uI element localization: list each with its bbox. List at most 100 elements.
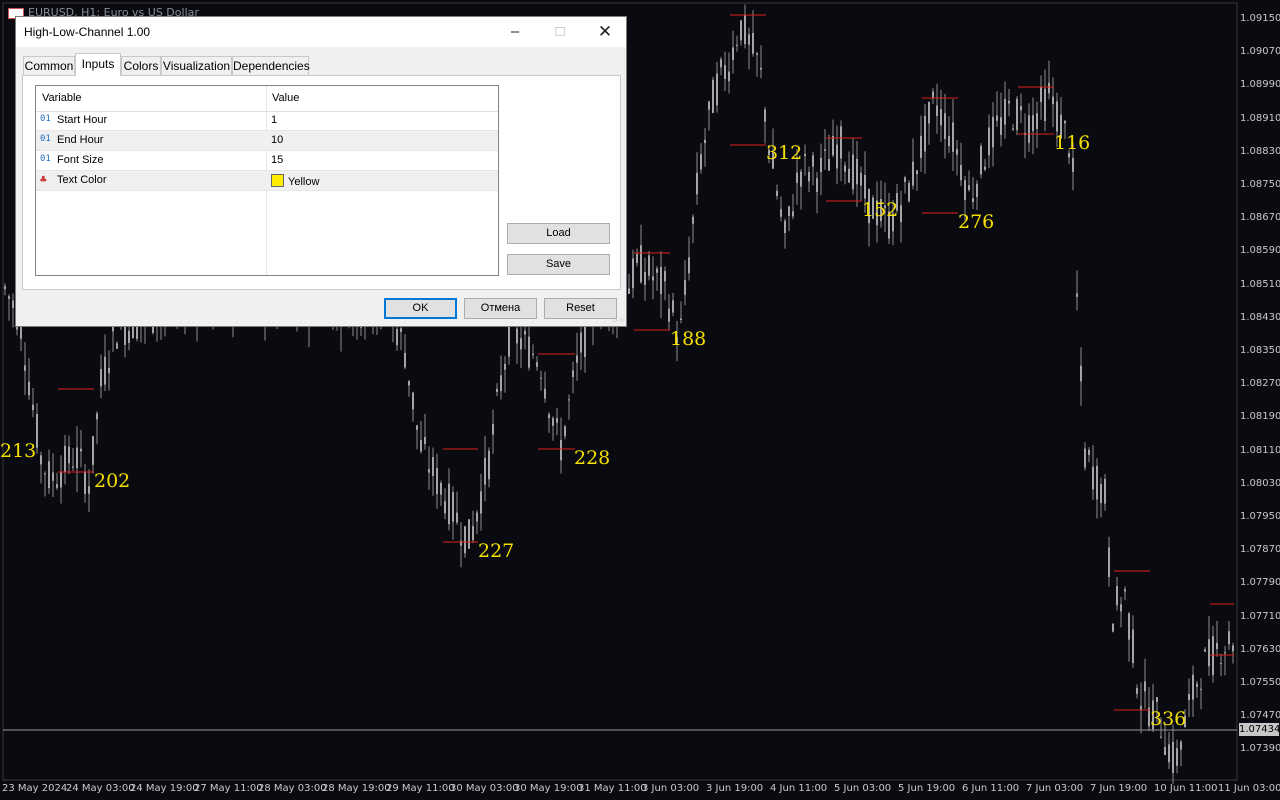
candle-body [488, 450, 490, 480]
candle-body [436, 468, 438, 495]
variable-column-header[interactable]: Variable [42, 92, 82, 104]
candle-body [560, 440, 562, 461]
price-tick-label: 1.07710 [1240, 610, 1280, 622]
candle-body [636, 253, 638, 263]
time-tick-label: 3 Jun 03:00 [642, 783, 700, 794]
time-tick-label: 28 May 03:00 [258, 783, 327, 794]
candle-body [916, 170, 918, 174]
candle-body [960, 165, 962, 181]
candle-body [484, 457, 486, 485]
param-row-start-hour[interactable]: 01 Start Hour 1 [36, 111, 498, 131]
tab-visualization[interactable]: Visualization [161, 56, 232, 75]
param-row-font-size[interactable]: 01 Font Size 15 [36, 151, 498, 171]
candle-body [1028, 115, 1030, 143]
candle-body [684, 280, 686, 295]
time-tick-label: 23 May 2024 [2, 783, 68, 794]
param-value[interactable]: 1 [271, 114, 277, 126]
candle-body [8, 296, 10, 299]
value-column-header[interactable]: Value [272, 92, 299, 104]
candle-body [516, 328, 518, 344]
integer-icon: 01 [40, 134, 51, 144]
price-tick-label: 1.08190 [1240, 411, 1280, 423]
candle-body [808, 171, 810, 182]
ok-button[interactable]: OK [384, 298, 457, 319]
price-tick-label: 1.07870 [1240, 544, 1280, 556]
candle-body [908, 182, 910, 202]
candle-body [952, 122, 954, 152]
candle-body [640, 245, 642, 283]
candle-body [76, 447, 78, 469]
candle-body [468, 519, 470, 549]
tab-colors[interactable]: Colors [121, 56, 161, 75]
candle-body [632, 258, 634, 289]
candle-body [664, 270, 666, 282]
candle-body [980, 145, 982, 175]
tab-inputs[interactable]: Inputs [75, 53, 121, 76]
candle-body [504, 363, 506, 370]
candle-body [1228, 631, 1230, 645]
candle-body [1180, 741, 1182, 750]
candle-body [1172, 741, 1174, 773]
candle-body [1088, 449, 1090, 455]
range-label: 227 [478, 540, 515, 562]
candle-body [432, 457, 434, 476]
param-value[interactable]: 15 [271, 154, 283, 166]
candle-body [552, 418, 554, 426]
param-value[interactable]: Yellow [271, 174, 319, 188]
tab-common[interactable]: Common [23, 56, 75, 75]
candle-body [496, 388, 498, 392]
candle-body [1196, 683, 1198, 687]
candle-body [572, 370, 574, 378]
candle-body [1232, 645, 1234, 652]
candle-body [1064, 120, 1066, 124]
candle-body [564, 426, 566, 437]
candle-body [1008, 100, 1010, 104]
param-value[interactable]: 10 [271, 134, 283, 146]
time-tick-label: 6 Jun 11:00 [962, 783, 1020, 794]
candle-body [696, 172, 698, 195]
minimize-icon[interactable]: – [492, 17, 538, 47]
candle-body [472, 526, 474, 541]
candle-body [1052, 96, 1054, 105]
reset-button[interactable]: Reset [544, 298, 617, 319]
save-button[interactable]: Save [507, 254, 610, 275]
cancel-button[interactable]: Отмена [464, 298, 537, 319]
tab-dependencies[interactable]: Dependencies [232, 56, 310, 75]
candle-body [460, 540, 462, 546]
candle-body [576, 355, 578, 363]
integer-icon: 01 [40, 154, 51, 164]
candle-body [1012, 128, 1014, 130]
close-icon[interactable]: ✕ [582, 17, 628, 47]
range-label: 336 [1150, 708, 1187, 730]
candle-body [124, 326, 126, 345]
candle-body [48, 461, 50, 489]
candle-body [400, 328, 402, 332]
resize-grip-icon[interactable]: ⁘⁘ [612, 316, 625, 325]
candle-body [452, 492, 454, 522]
color-swatch [271, 174, 284, 187]
candle-body [528, 336, 530, 368]
candle-body [1128, 613, 1130, 640]
price-tick-label: 1.08830 [1240, 145, 1280, 157]
param-row-text-color[interactable]: ♣ Text Color Yellow [36, 171, 498, 191]
load-button[interactable]: Load [507, 223, 610, 244]
candle-body [1140, 705, 1142, 710]
range-label: 312 [766, 142, 803, 164]
indicator-dialog[interactable]: High-Low-Channel 1.00 – □ ✕ Common Input… [15, 16, 627, 327]
candle-body [936, 105, 938, 117]
candle-body [672, 300, 674, 313]
candle-body [844, 165, 846, 172]
candle-body [848, 168, 850, 183]
param-row-end-hour[interactable]: 01 End Hour 10 [36, 131, 498, 151]
candle-body [724, 65, 726, 79]
params-grid[interactable]: Variable Value 01 Start Hour 1 01 End Ho… [35, 85, 499, 276]
candle-body [1040, 87, 1042, 102]
price-tick-label: 1.08750 [1240, 179, 1280, 190]
candle-body [1188, 694, 1190, 701]
candle-body [396, 329, 398, 346]
candle-body [704, 139, 706, 144]
price-tick-label: 1.08990 [1240, 79, 1280, 91]
candle-body [1216, 642, 1218, 650]
range-label: 228 [574, 447, 611, 469]
dialog-titlebar[interactable]: High-Low-Channel 1.00 – □ ✕ [16, 17, 626, 47]
